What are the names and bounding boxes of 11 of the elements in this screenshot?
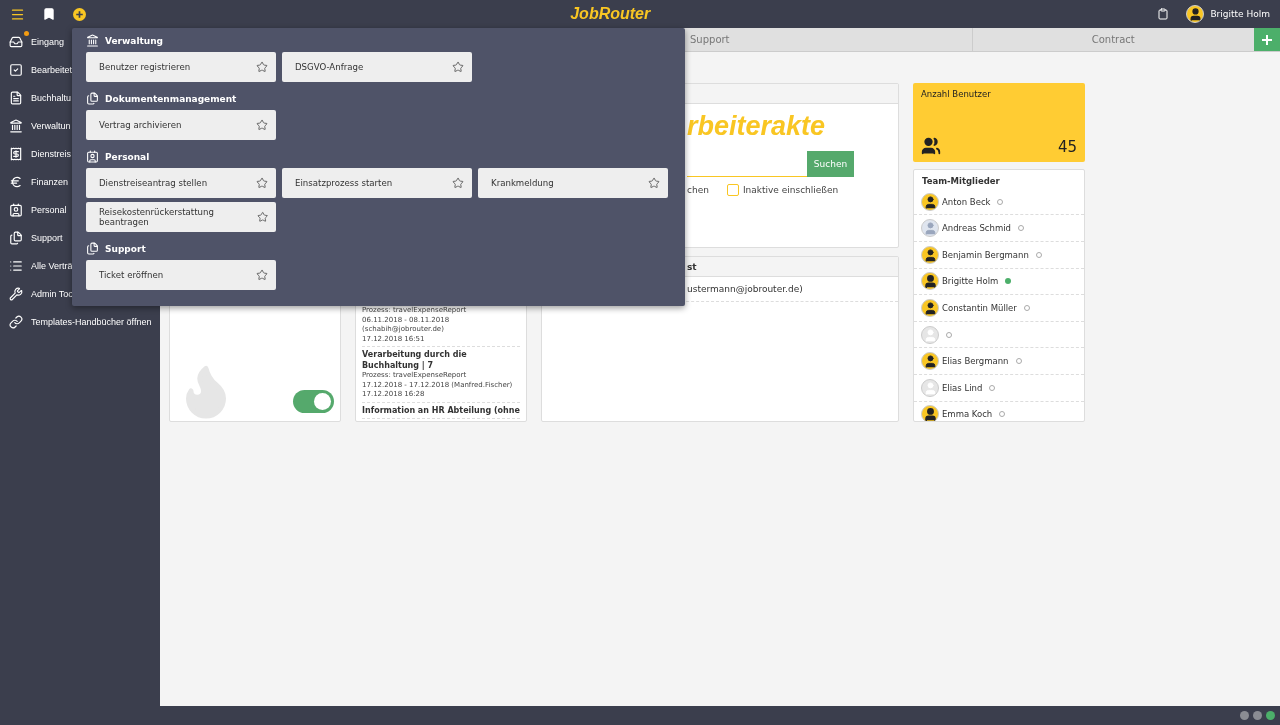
section-title: Support [105, 243, 146, 254]
user-count: 45 [1057, 137, 1077, 156]
widget-logo: rbeiterakte [687, 110, 827, 142]
card-title: Team-Mitglieder [921, 174, 1001, 188]
section-title: Personal [105, 151, 150, 162]
card-title: Anzahl Benutzer [921, 89, 992, 99]
option-label: chen [687, 185, 709, 195]
section-title: Verwaltung [105, 35, 164, 46]
app-logo: JobRouter [569, 5, 652, 23]
section-title: Dokumentenmanagement [105, 93, 237, 104]
card-title: st [687, 261, 697, 272]
